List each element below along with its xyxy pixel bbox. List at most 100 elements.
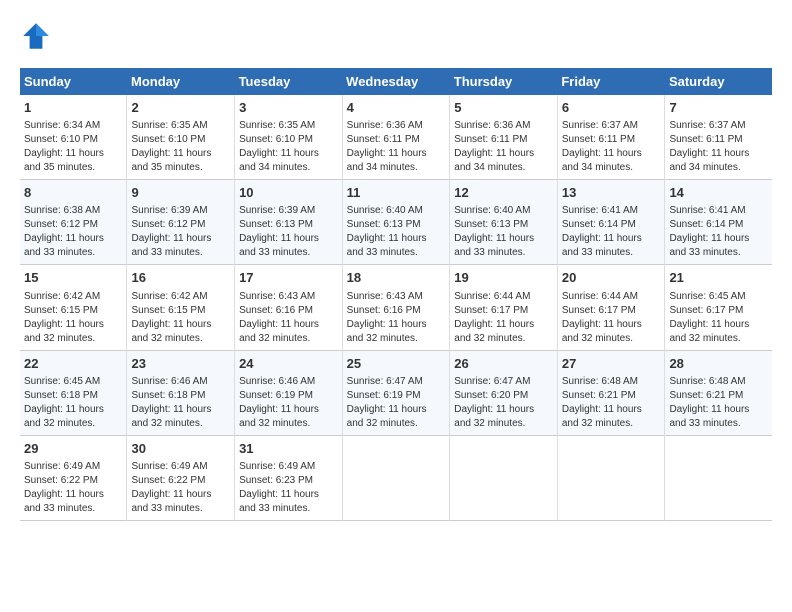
day-info: Sunrise: 6:44 AM Sunset: 6:17 PM Dayligh…: [454, 290, 553, 346]
day-info: Sunrise: 6:48 AM Sunset: 6:21 PM Dayligh…: [669, 375, 768, 431]
calendar-week-3: 15 Sunrise: 6:42 AM Sunset: 6:15 PM Dayli…: [20, 265, 772, 350]
calendar-cell: 7 Sunrise: 6:37 AM Sunset: 6:11 PM Daylig…: [665, 95, 772, 180]
calendar-cell: 3Sunrise: 6:35 AM Sunset: 6:10 PM Daylig…: [235, 95, 343, 180]
calendar-cell: 30Sunrise: 6:49 AM Sunset: 6:22 PM Dayli…: [127, 435, 235, 520]
day-info: Sunrise: 6:41 AM Sunset: 6:14 PM Dayligh…: [562, 204, 661, 260]
day-info: Sunrise: 6:37 AM Sunset: 6:11 PM Dayligh…: [562, 119, 661, 175]
day-number: 5: [454, 99, 553, 117]
calendar-cell: 2 Sunrise: 6:35 AM Sunset: 6:10 PM Daylig…: [127, 95, 235, 180]
day-number: 9: [131, 184, 230, 202]
day-number: 22: [24, 355, 122, 373]
calendar-cell: 16 Sunrise: 6:42 AM Sunset: 6:15 PM Dayli…: [127, 265, 235, 350]
day-info: Sunrise: 6:40 AM Sunset: 6:13 PM Dayligh…: [454, 204, 553, 260]
calendar-week-1: 1 Sunrise: 6:34 AM Sunset: 6:10 PM Daylig…: [20, 95, 772, 180]
day-info: Sunrise: 6:36 AM Sunset: 6:11 PM Dayligh…: [347, 119, 446, 175]
day-info: Sunrise: 6:47 AM Sunset: 6:20 PM Dayligh…: [454, 375, 553, 431]
calendar-cell: [665, 435, 772, 520]
calendar-cell: 23 Sunrise: 6:46 AM Sunset: 6:18 PM Dayli…: [127, 350, 235, 435]
day-number: 19: [454, 269, 553, 287]
calendar-cell: 18Sunrise: 6:43 AM Sunset: 6:16 PM Dayli…: [342, 265, 450, 350]
calendar-cell: [450, 435, 558, 520]
calendar-cell: 20 Sunrise: 6:44 AM Sunset: 6:17 PM Dayli…: [557, 265, 665, 350]
calendar-week-5: 29 Sunrise: 6:49 AM Sunset: 6:22 PM Dayli…: [20, 435, 772, 520]
calendar-cell: 21 Sunrise: 6:45 AM Sunset: 6:17 PM Dayli…: [665, 265, 772, 350]
day-number: 31: [239, 440, 338, 458]
day-number: 12: [454, 184, 553, 202]
logo: [20, 20, 58, 52]
day-info: Sunrise: 6:46 AM Sunset: 6:18 PM Dayligh…: [131, 375, 230, 431]
day-number: 10: [239, 184, 338, 202]
day-number: 16: [131, 269, 230, 287]
column-header-wednesday: Wednesday: [342, 68, 450, 95]
day-info: Sunrise: 6:42 AM Sunset: 6:15 PM Dayligh…: [131, 290, 230, 346]
column-header-saturday: Saturday: [665, 68, 772, 95]
day-info: Sunrise: 6:48 AM Sunset: 6:21 PM Dayligh…: [562, 375, 661, 431]
day-info: Sunrise: 6:46 AM Sunset: 6:19 PM Dayligh…: [239, 375, 338, 431]
calendar-week-2: 8 Sunrise: 6:38 AM Sunset: 6:12 PM Daylig…: [20, 180, 772, 265]
calendar-cell: 1 Sunrise: 6:34 AM Sunset: 6:10 PM Daylig…: [20, 95, 127, 180]
calendar-cell: 29Sunrise: 6:49 AM Sunset: 6:22 PM Dayli…: [20, 435, 127, 520]
day-number: 7: [669, 99, 768, 117]
day-info: Sunrise: 6:49 AM Sunset: 6:23 PM Dayligh…: [239, 460, 338, 516]
day-info: Sunrise: 6:43 AM Sunset: 6:16 PM Dayligh…: [347, 290, 446, 346]
calendar-cell: 17Sunrise: 6:43 AM Sunset: 6:16 PM Dayli…: [235, 265, 343, 350]
calendar-cell: 13 Sunrise: 6:41 AM Sunset: 6:14 PM Dayli…: [557, 180, 665, 265]
day-number: 28: [669, 355, 768, 373]
column-header-thursday: Thursday: [450, 68, 558, 95]
day-info: Sunrise: 6:39 AM Sunset: 6:13 PM Dayligh…: [239, 204, 338, 260]
day-info: Sunrise: 6:44 AM Sunset: 6:17 PM Dayligh…: [562, 290, 661, 346]
day-info: Sunrise: 6:49 AM Sunset: 6:22 PM Dayligh…: [131, 460, 230, 516]
calendar-cell: 22Sunrise: 6:45 AM Sunset: 6:18 PM Dayli…: [20, 350, 127, 435]
calendar-cell: 11 Sunrise: 6:40 AM Sunset: 6:13 PM Dayli…: [342, 180, 450, 265]
day-info: Sunrise: 6:37 AM Sunset: 6:11 PM Dayligh…: [669, 119, 768, 175]
day-number: 27: [562, 355, 661, 373]
calendar-cell: 5Sunrise: 6:36 AM Sunset: 6:11 PM Daylig…: [450, 95, 558, 180]
calendar-cell: 6 Sunrise: 6:37 AM Sunset: 6:11 PM Daylig…: [557, 95, 665, 180]
day-info: Sunrise: 6:38 AM Sunset: 6:12 PM Dayligh…: [24, 204, 122, 260]
day-number: 11: [347, 184, 446, 202]
calendar-cell: 9 Sunrise: 6:39 AM Sunset: 6:12 PM Daylig…: [127, 180, 235, 265]
day-number: 21: [669, 269, 768, 287]
day-number: 2: [131, 99, 230, 117]
logo-icon: [20, 20, 52, 52]
day-info: Sunrise: 6:45 AM Sunset: 6:17 PM Dayligh…: [669, 290, 768, 346]
day-number: 23: [131, 355, 230, 373]
calendar-cell: 28 Sunrise: 6:48 AM Sunset: 6:21 PM Dayli…: [665, 350, 772, 435]
calendar-cell: 15 Sunrise: 6:42 AM Sunset: 6:15 PM Dayli…: [20, 265, 127, 350]
column-header-sunday: Sunday: [20, 68, 127, 95]
day-info: Sunrise: 6:34 AM Sunset: 6:10 PM Dayligh…: [24, 119, 122, 175]
day-number: 20: [562, 269, 661, 287]
calendar-cell: 14 Sunrise: 6:41 AM Sunset: 6:14 PM Dayli…: [665, 180, 772, 265]
calendar-cell: 31 Sunrise: 6:49 AM Sunset: 6:23 PM Dayli…: [235, 435, 343, 520]
day-info: Sunrise: 6:41 AM Sunset: 6:14 PM Dayligh…: [669, 204, 768, 260]
day-info: Sunrise: 6:47 AM Sunset: 6:19 PM Dayligh…: [347, 375, 446, 431]
day-info: Sunrise: 6:40 AM Sunset: 6:13 PM Dayligh…: [347, 204, 446, 260]
day-number: 4: [347, 99, 446, 117]
column-header-friday: Friday: [557, 68, 665, 95]
calendar-cell: 24Sunrise: 6:46 AM Sunset: 6:19 PM Dayli…: [235, 350, 343, 435]
day-info: Sunrise: 6:42 AM Sunset: 6:15 PM Dayligh…: [24, 290, 122, 346]
day-number: 29: [24, 440, 122, 458]
day-info: Sunrise: 6:39 AM Sunset: 6:12 PM Dayligh…: [131, 204, 230, 260]
calendar-body: 1 Sunrise: 6:34 AM Sunset: 6:10 PM Daylig…: [20, 95, 772, 520]
calendar-cell: 19 Sunrise: 6:44 AM Sunset: 6:17 PM Dayli…: [450, 265, 558, 350]
calendar-cell: 12 Sunrise: 6:40 AM Sunset: 6:13 PM Dayli…: [450, 180, 558, 265]
calendar-cell: 26Sunrise: 6:47 AM Sunset: 6:20 PM Dayli…: [450, 350, 558, 435]
calendar-header: SundayMondayTuesdayWednesdayThursdayFrid…: [20, 68, 772, 95]
day-number: 14: [669, 184, 768, 202]
day-info: Sunrise: 6:35 AM Sunset: 6:10 PM Dayligh…: [239, 119, 338, 175]
column-header-monday: Monday: [127, 68, 235, 95]
day-number: 13: [562, 184, 661, 202]
day-number: 17: [239, 269, 338, 287]
day-number: 6: [562, 99, 661, 117]
calendar-week-4: 22Sunrise: 6:45 AM Sunset: 6:18 PM Dayli…: [20, 350, 772, 435]
day-number: 1: [24, 99, 122, 117]
day-number: 25: [347, 355, 446, 373]
day-number: 8: [24, 184, 122, 202]
day-number: 15: [24, 269, 122, 287]
day-info: Sunrise: 6:35 AM Sunset: 6:10 PM Dayligh…: [131, 119, 230, 175]
calendar-cell: [557, 435, 665, 520]
calendar-cell: 27 Sunrise: 6:48 AM Sunset: 6:21 PM Dayli…: [557, 350, 665, 435]
calendar-cell: 4 Sunrise: 6:36 AM Sunset: 6:11 PM Daylig…: [342, 95, 450, 180]
calendar-cell: 10 Sunrise: 6:39 AM Sunset: 6:13 PM Dayli…: [235, 180, 343, 265]
